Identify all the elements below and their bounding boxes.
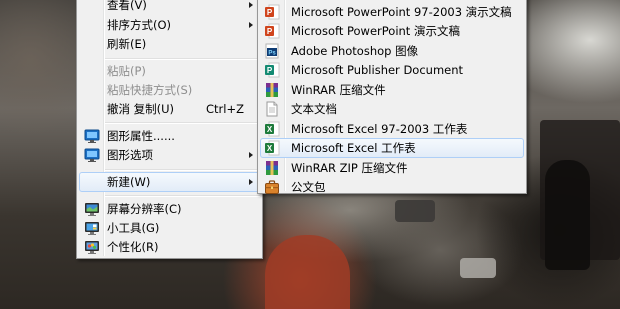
menu-item-label: 屏幕分辨率(C)	[107, 202, 182, 216]
new-submenu: P Microsoft PowerPoint 97-2003 演示文稿 P Mi…	[257, 0, 527, 194]
menu-item-shortcut: Ctrl+Z	[206, 102, 244, 116]
wallpaper-vehicle	[395, 200, 435, 222]
new-text-document[interactable]: 文本文档	[260, 99, 524, 119]
winrar-icon	[264, 82, 280, 98]
svg-text:Ps: Ps	[268, 51, 276, 57]
menu-item-label: 个性化(R)	[107, 240, 159, 254]
menu-item-label: 小工具(G)	[107, 221, 160, 235]
menu-item-label: WinRAR 压缩文件	[291, 83, 386, 97]
screen-resolution-icon	[84, 201, 100, 217]
menu-item-personalize[interactable]: 个性化(R)	[79, 237, 260, 257]
new-winrar-archive[interactable]: WinRAR 压缩文件	[260, 80, 524, 100]
publisher-icon: P	[264, 62, 280, 78]
menu-item-view[interactable]: 查看(V)	[79, 0, 260, 15]
new-winrar-zip-archive[interactable]: WinRAR ZIP 压缩文件	[260, 158, 524, 178]
menu-item-paste-shortcut[interactable]: 粘贴快捷方式(S)	[79, 80, 260, 100]
new-photoshop-image[interactable]: Ps Adobe Photoshop 图像	[260, 41, 524, 61]
menu-separator	[105, 122, 260, 124]
menu-item-label: 文本文档	[291, 102, 337, 116]
svg-text:P: P	[267, 66, 273, 75]
gadgets-icon	[84, 220, 100, 236]
menu-item-label: 新建(W)	[107, 175, 151, 189]
menu-item-label: Microsoft PowerPoint 97-2003 演示文稿	[291, 5, 512, 19]
menu-item-label: 图形属性......	[107, 129, 175, 143]
menu-item-label: Microsoft Excel 工作表	[291, 141, 416, 155]
submenu-arrow-icon	[249, 22, 253, 28]
graphics-properties-icon	[84, 128, 100, 144]
briefcase-icon	[264, 179, 280, 195]
wallpaper-figure	[545, 160, 590, 270]
new-powerpoint[interactable]: P Microsoft PowerPoint 演示文稿	[260, 21, 524, 41]
menu-item-label: 刷新(E)	[107, 37, 147, 51]
menu-item-label: WinRAR ZIP 压缩文件	[291, 161, 408, 175]
personalize-icon	[84, 239, 100, 255]
wallpaper-vehicle-2	[460, 258, 496, 278]
menu-item-new[interactable]: 新建(W)	[79, 172, 260, 192]
powerpoint-icon: P	[264, 23, 280, 39]
menu-item-label: 粘贴(P)	[107, 64, 146, 78]
new-powerpoint-97-2003[interactable]: P Microsoft PowerPoint 97-2003 演示文稿	[260, 2, 524, 22]
menu-item-graphics-options[interactable]: 图形选项	[79, 145, 260, 165]
menu-item-label: Microsoft PowerPoint 演示文稿	[291, 24, 460, 38]
submenu-arrow-icon	[249, 2, 253, 8]
new-excel-97-2003[interactable]: X Microsoft Excel 97-2003 工作表	[260, 119, 524, 139]
excel-icon: X	[264, 140, 280, 156]
photoshop-icon: Ps	[264, 43, 280, 59]
menu-item-label: Microsoft Publisher Document	[291, 63, 464, 77]
svg-text:X: X	[267, 144, 273, 153]
menu-item-label: 撤消 复制(U)	[107, 102, 175, 116]
text-document-icon	[264, 101, 280, 117]
menu-item-label: 查看(V)	[107, 0, 147, 12]
menu-item-sort-by[interactable]: 排序方式(O)	[79, 15, 260, 35]
menu-separator	[105, 195, 260, 197]
menu-item-label: 图形选项	[107, 148, 153, 162]
wallpaper-red-shape	[265, 235, 350, 309]
menu-item-label: 粘贴快捷方式(S)	[107, 83, 193, 97]
new-excel-worksheet[interactable]: X Microsoft Excel 工作表	[260, 138, 524, 158]
desktop-context-menu: 查看(V) 排序方式(O) 刷新(E) 粘贴(P) 粘贴快捷方式(S) 撤消 复…	[76, 0, 263, 259]
menu-item-label: 排序方式(O)	[107, 18, 172, 32]
menu-item-gadgets[interactable]: 小工具(G)	[79, 218, 260, 238]
excel-icon: X	[264, 121, 280, 137]
menu-item-refresh[interactable]: 刷新(E)	[79, 34, 260, 54]
menu-item-undo-copy[interactable]: 撤消 复制(U) Ctrl+Z	[79, 99, 260, 119]
powerpoint-icon: P	[264, 4, 280, 20]
submenu-arrow-icon	[249, 152, 253, 158]
menu-item-screen-resolution[interactable]: 屏幕分辨率(C)	[79, 199, 260, 219]
new-briefcase[interactable]: 公文包	[260, 177, 524, 197]
menu-item-paste[interactable]: 粘贴(P)	[79, 61, 260, 81]
menu-item-graphics-properties[interactable]: 图形属性......	[79, 126, 260, 146]
menu-separator	[105, 169, 260, 171]
menu-item-label: Adobe Photoshop 图像	[291, 44, 419, 58]
svg-text:P: P	[267, 8, 273, 17]
svg-text:P: P	[267, 27, 273, 36]
winrar-zip-icon	[264, 160, 280, 176]
menu-item-label: Microsoft Excel 97-2003 工作表	[291, 122, 468, 136]
menu-separator	[105, 58, 260, 60]
new-publisher-document[interactable]: P Microsoft Publisher Document	[260, 60, 524, 80]
graphics-options-icon	[84, 147, 100, 163]
svg-text:X: X	[267, 125, 273, 134]
submenu-arrow-icon	[249, 179, 253, 185]
menu-item-label: 公文包	[291, 180, 326, 194]
